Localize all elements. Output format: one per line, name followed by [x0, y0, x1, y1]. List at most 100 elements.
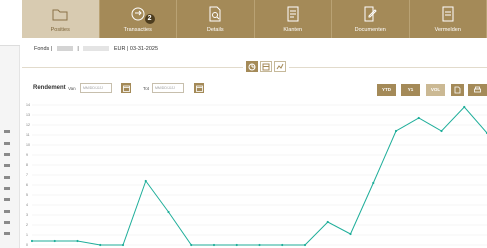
y1-button[interactable]: Y1: [401, 84, 420, 96]
data-point[interactable]: [190, 243, 193, 247]
side-mark: [4, 232, 10, 235]
report-icon: [442, 6, 454, 22]
tab-vermelden[interactable]: Vermelden: [410, 0, 487, 38]
data-point[interactable]: [144, 179, 147, 183]
y-tick-label: 2: [26, 223, 28, 227]
view-toggle: [243, 61, 289, 72]
line-view-button[interactable]: [274, 61, 286, 72]
table-icon: [262, 63, 270, 70]
data-point[interactable]: [30, 239, 34, 243]
side-mark: [4, 164, 10, 167]
y-tick-label: 13: [26, 113, 30, 117]
data-point[interactable]: [99, 243, 102, 247]
side-mark: [4, 142, 10, 145]
data-point[interactable]: [349, 232, 352, 236]
performance-line-chart: 01234567891011121314: [26, 103, 487, 247]
data-point[interactable]: [394, 129, 398, 133]
tab-documenten[interactable]: Documenten: [332, 0, 410, 38]
from-date-input[interactable]: MM/DD/JJJJ: [80, 83, 112, 93]
side-panel-header: [0, 0, 20, 46]
tab-label: Details: [206, 27, 224, 33]
export-icon: [454, 86, 461, 94]
from-label: Van: [68, 86, 76, 91]
print-icon: [474, 86, 481, 93]
tab-klanten[interactable]: Klanten: [255, 0, 332, 38]
side-mark: [4, 187, 10, 190]
y-tick-label: 7: [26, 173, 28, 177]
side-mark: [4, 198, 10, 201]
main-panel: Posities 2 Transacties Details Klanten D…: [22, 0, 487, 248]
calendar-icon: [195, 85, 203, 92]
redacted-fund-name: [56, 46, 73, 52]
y-tick-label: 1: [26, 233, 28, 237]
data-point[interactable]: [372, 181, 375, 185]
to-label: Tot: [143, 86, 150, 91]
y-tick-label: 10: [26, 143, 30, 147]
data-point[interactable]: [463, 105, 466, 109]
fund-suffix: EUR | 03-31-2025: [113, 46, 159, 52]
side-mark: [4, 176, 10, 179]
from-calendar-button[interactable]: [121, 83, 131, 93]
data-point[interactable]: [258, 243, 261, 247]
data-point[interactable]: [212, 243, 216, 247]
data-point[interactable]: [53, 239, 56, 243]
tab-bar: Posities 2 Transacties Details Klanten D…: [22, 0, 487, 38]
to-calendar-button[interactable]: [194, 83, 204, 93]
tab-label: Klanten: [283, 27, 303, 33]
side-mark: [4, 130, 10, 133]
side-panel: [0, 0, 20, 248]
data-point[interactable]: [76, 239, 79, 243]
y-tick-label: 12: [26, 123, 30, 127]
y-tick-label: 5: [26, 193, 28, 197]
data-point[interactable]: [440, 129, 443, 133]
y-tick-label: 8: [26, 163, 28, 167]
calendar-icon: [122, 85, 130, 92]
filter-bar: Rendement Van MM/DD/JJJJ Tot MM/DD/JJJJ …: [22, 80, 487, 96]
to-date-input[interactable]: MM/DD/JJJJ: [152, 83, 184, 93]
line-chart-icon: [276, 63, 284, 69]
y-tick-label: 0: [26, 243, 28, 247]
tab-label: Documenten: [354, 27, 386, 33]
y-tick-label: 14: [26, 103, 30, 107]
export-button[interactable]: [451, 84, 464, 96]
data-point[interactable]: [167, 210, 170, 214]
notification-badge: 2: [144, 14, 155, 24]
folder-icon: [52, 9, 68, 21]
pie-view-button[interactable]: [246, 61, 258, 72]
tab-posities[interactable]: Posities: [22, 0, 100, 38]
document-edit-icon: [364, 6, 377, 22]
tab-label: Posities: [50, 27, 70, 33]
fund-info: Fonds | | EUR | 03-31-2025: [34, 46, 158, 52]
tab-transacties[interactable]: 2 Transacties: [100, 0, 177, 38]
transactions-icon: [131, 7, 145, 21]
data-point[interactable]: [235, 243, 238, 247]
vol-button[interactable]: VOL: [426, 84, 445, 96]
pie-chart-icon: [248, 63, 256, 70]
y-tick-label: 4: [26, 203, 28, 207]
table-view-button[interactable]: [260, 61, 272, 72]
fund-separator: |: [77, 46, 79, 52]
data-point[interactable]: [326, 220, 329, 224]
side-mark: [4, 221, 10, 224]
data-point[interactable]: [303, 243, 307, 247]
tab-details[interactable]: Details: [177, 0, 255, 38]
return-series-line: [32, 106, 487, 246]
data-point[interactable]: [417, 116, 420, 120]
tab-label: Vermelden: [434, 27, 461, 33]
redacted-fund-detail: [83, 46, 110, 52]
clients-icon: [287, 6, 299, 22]
section-title: Rendement: [33, 85, 66, 91]
document-search-icon: [209, 6, 221, 22]
data-point[interactable]: [121, 243, 125, 247]
tab-label: Transacties: [123, 27, 152, 33]
data-point[interactable]: [281, 243, 284, 247]
y-tick-label: 9: [26, 153, 28, 157]
side-mark: [4, 153, 10, 156]
ytd-button[interactable]: YTD: [377, 84, 396, 96]
y-tick-label: 3: [26, 213, 28, 217]
y-tick-label: 6: [26, 183, 28, 187]
y-tick-label: 11: [26, 133, 30, 137]
side-mark: [4, 210, 10, 213]
print-button[interactable]: [468, 84, 487, 96]
fund-prefix: Fonds |: [34, 46, 53, 52]
